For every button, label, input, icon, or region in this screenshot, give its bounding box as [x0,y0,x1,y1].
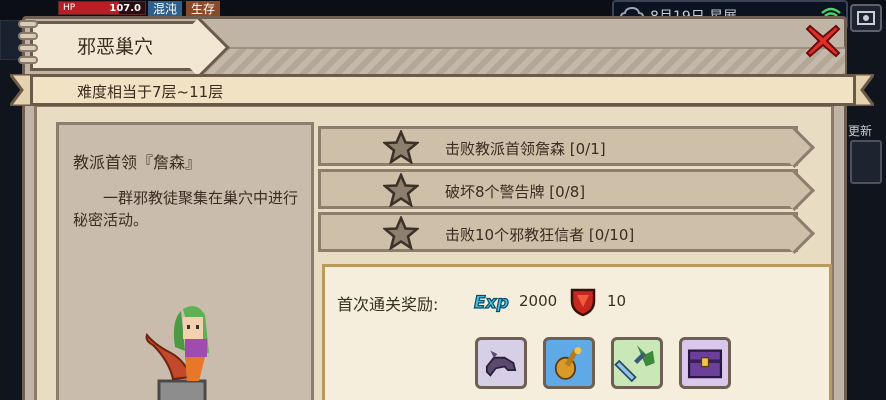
objective-text: 击败教派首领詹森 [0/1] [445,140,606,158]
camera-icon [857,11,875,25]
reward-item-slot[interactable] [679,337,731,389]
star-icon [383,216,419,250]
objective-row: 破坏8个警告牌 [0/8] [318,169,798,209]
title-tab: 邪恶巢穴 [30,21,200,71]
boss-sprite-icon [145,306,209,400]
boss-info-card: 教派首领『詹森』 一群邪教徒聚集在巢穴中进行秘密活动。 [56,122,314,400]
first-clear-reward-box: 首次通关奖励: Exp 2000 10 [322,264,832,400]
screenshot-button[interactable] [850,4,882,32]
side-menu-label: 更新 [848,124,873,138]
reward-item-slot[interactable] [475,337,527,389]
side-menu-button[interactable] [850,140,882,184]
exp-icon: Exp [473,292,509,313]
hp-bar: HP 107.0 [58,1,146,15]
difficulty-text: 难度相当于7层~11层 [77,83,224,101]
ribbon-body: 难度相当于7层~11层 [30,74,856,106]
boss-name: 教派首领『詹森』 [73,153,202,172]
objective-text: 破坏8个警告牌 [0/8] [445,183,586,201]
reward-label: 首次通关奖励: [337,295,439,314]
shield-icon [570,288,596,317]
chest-icon [687,349,723,379]
hp-value: 107.0 [109,3,141,14]
objective-text: 击败10个邪教狂信者 [0/10] [445,226,635,244]
svg-text:Exp: Exp [474,293,509,313]
star-icon [383,173,419,207]
objective-row: 击败教派首领詹森 [0/1] [318,126,798,166]
reward-item-slot[interactable] [543,337,595,389]
pipa-icon [554,347,582,380]
star-icon [383,130,419,164]
dungeon-title: 邪恶巢穴 [77,36,154,58]
boss-description: 一群邪教徒聚集在巢穴中进行秘密活动。 [73,189,299,229]
sword-icon [614,345,655,383]
shield-value: 10 [607,292,627,310]
objective-row: 击败10个邪教狂信者 [0/10] [318,212,798,252]
notebook-spiral-icon [18,20,44,72]
difficulty-ribbon: 难度相当于7层~11层 [10,74,874,106]
exp-value: 2000 [519,292,558,310]
close-icon[interactable] [804,22,842,60]
reward-item-slot[interactable] [611,337,663,389]
hp-label: HP [63,3,76,13]
dragon-icon [485,350,517,377]
